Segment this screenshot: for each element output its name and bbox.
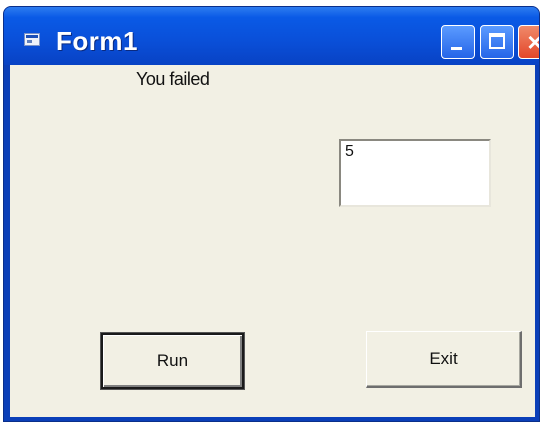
close-icon: × bbox=[519, 26, 539, 58]
maximize-button[interactable] bbox=[480, 25, 514, 59]
value-textbox[interactable]: 5 bbox=[339, 139, 491, 207]
close-button[interactable]: × bbox=[518, 25, 539, 59]
form1-window: Form1 × You failed 5 Run Exit bbox=[3, 6, 540, 422]
maximize-icon bbox=[489, 33, 505, 49]
form-client-area: You failed 5 Run Exit bbox=[10, 65, 535, 417]
minimize-button[interactable] bbox=[441, 25, 475, 59]
window-title: Form1 bbox=[56, 26, 138, 56]
exit-button[interactable]: Exit bbox=[366, 331, 522, 388]
run-button[interactable]: Run bbox=[100, 332, 245, 390]
status-label: You failed bbox=[136, 69, 210, 89]
title-bar[interactable]: Form1 × bbox=[4, 7, 539, 65]
minimize-icon bbox=[451, 47, 462, 50]
form-app-icon[interactable] bbox=[24, 33, 40, 46]
